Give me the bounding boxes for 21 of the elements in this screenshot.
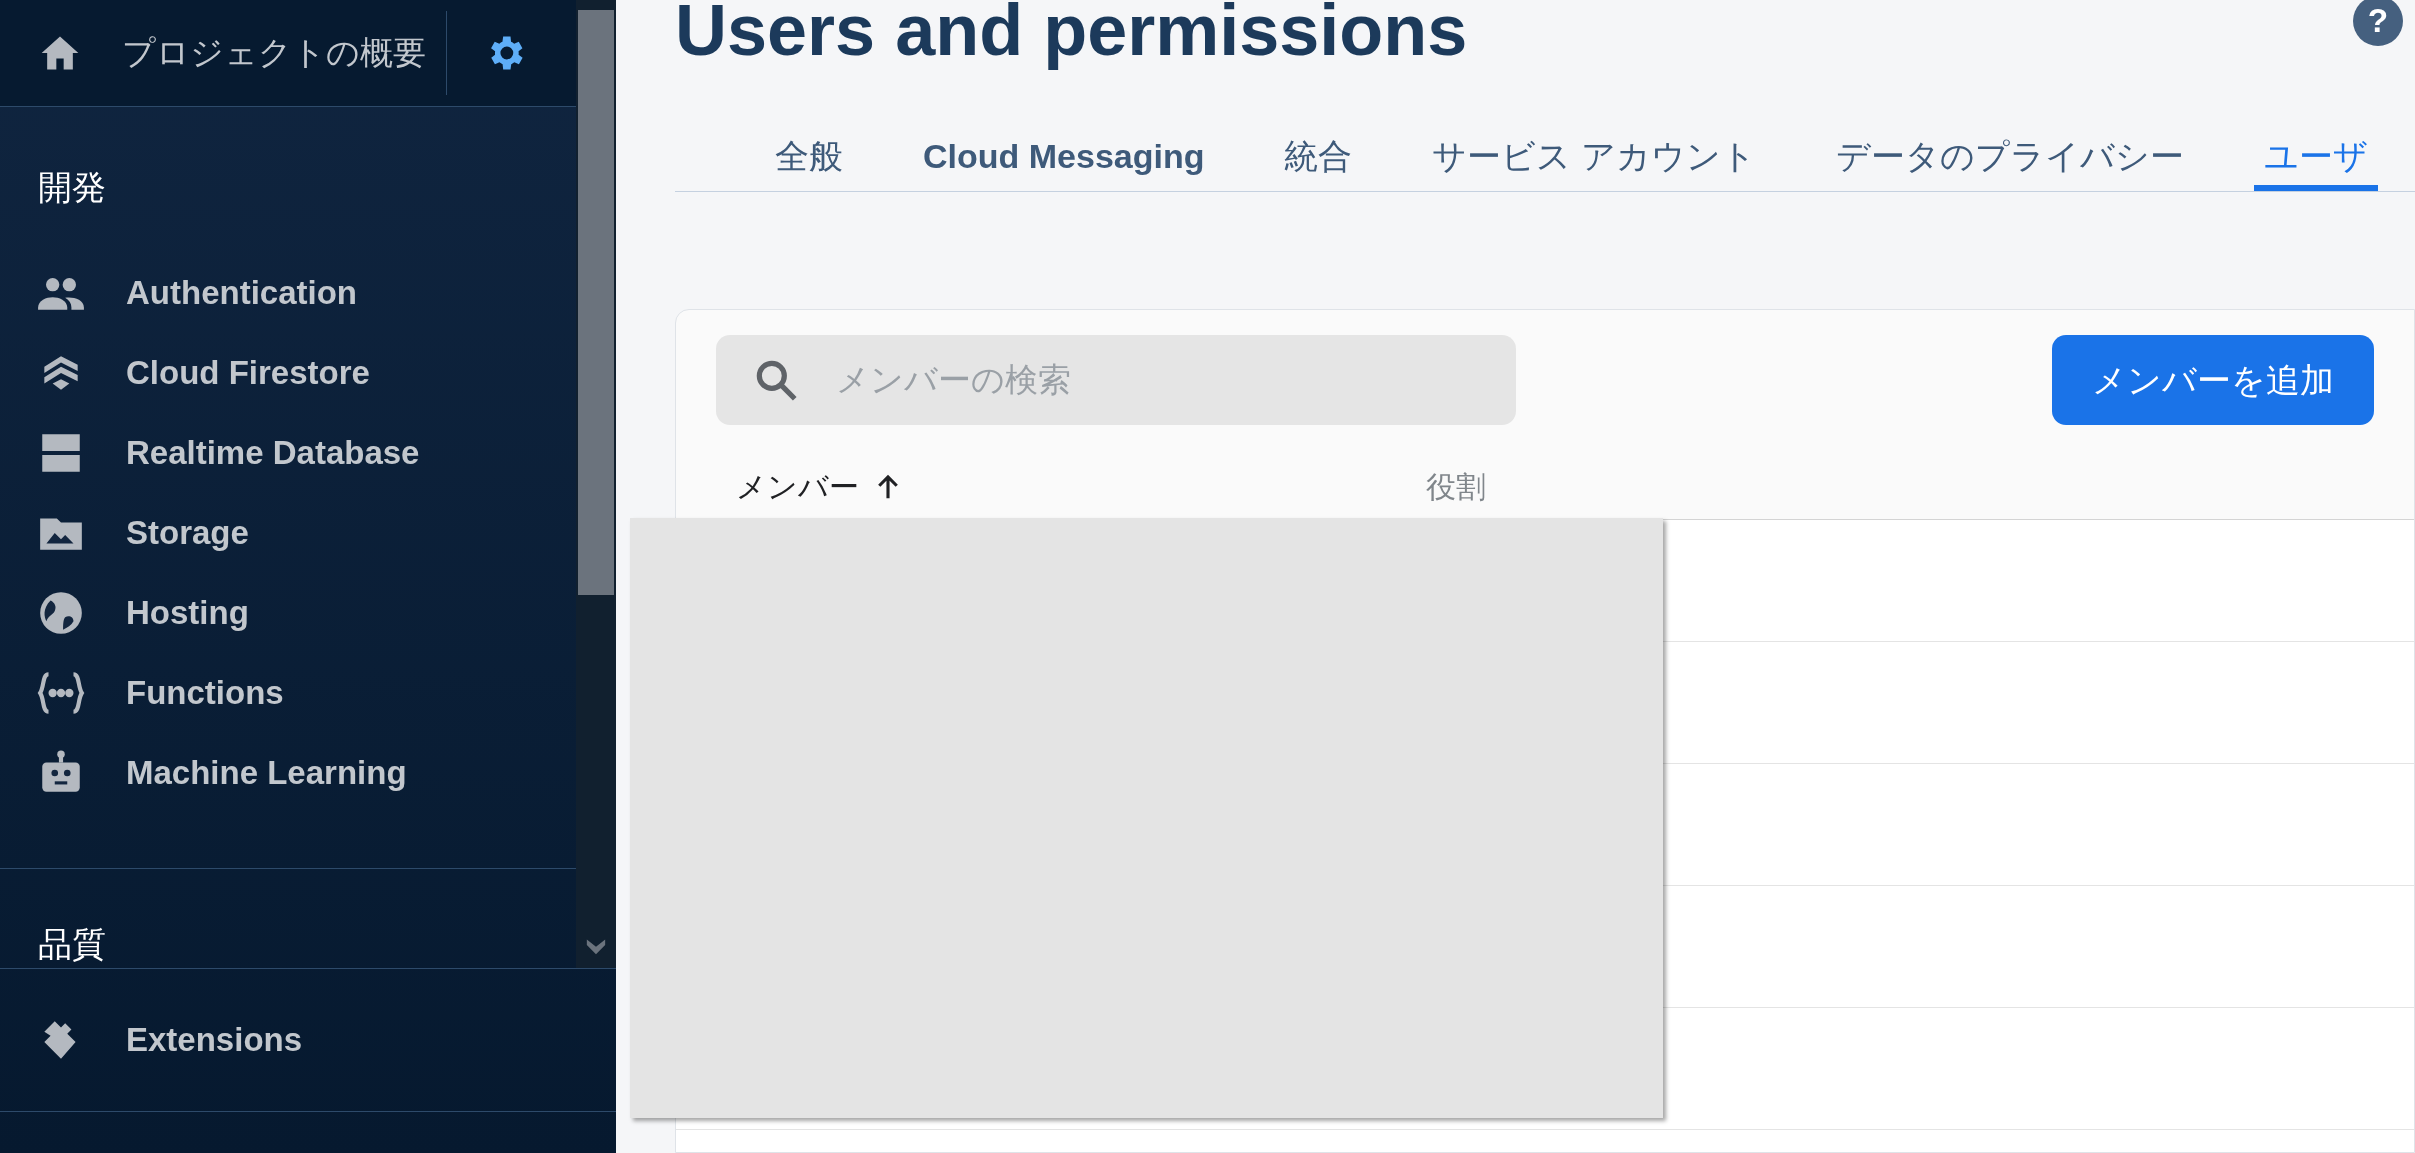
nav-item[interactable]: Realtime Database — [0, 413, 576, 493]
tab[interactable]: Cloud Messaging — [913, 131, 1215, 191]
nav-item[interactable]: Authentication — [0, 253, 576, 333]
tab[interactable]: 全般 — [765, 131, 853, 191]
add-member-button[interactable]: メンバーを追加 — [2052, 335, 2374, 425]
nav-item[interactable]: Machine Learning — [0, 733, 576, 813]
tab[interactable]: サービス アカウント — [1422, 131, 1766, 191]
tab[interactable]: ユーザ — [2253, 131, 2378, 191]
nav-item[interactable]: Cloud Firestore — [0, 333, 576, 413]
section-heading: 開発 — [37, 167, 107, 208]
section-heading: 品質 — [37, 924, 107, 965]
column-header[interactable]: 役割 — [1426, 464, 1486, 509]
search-field[interactable]: メンバーの検索 — [716, 335, 1516, 425]
tab[interactable]: 統合 — [1274, 131, 1363, 191]
tab[interactable]: データのプライバシー — [1825, 131, 2194, 191]
nav-item[interactable]: Hosting — [0, 573, 576, 653]
nav-item[interactable]: Functions — [0, 653, 576, 733]
nav-item[interactable]: Storage — [0, 493, 576, 573]
scrollbar[interactable] — [576, 0, 616, 968]
column-header[interactable]: メンバー — [736, 464, 1426, 509]
help-icon[interactable]: ? — [2353, 0, 2403, 46]
